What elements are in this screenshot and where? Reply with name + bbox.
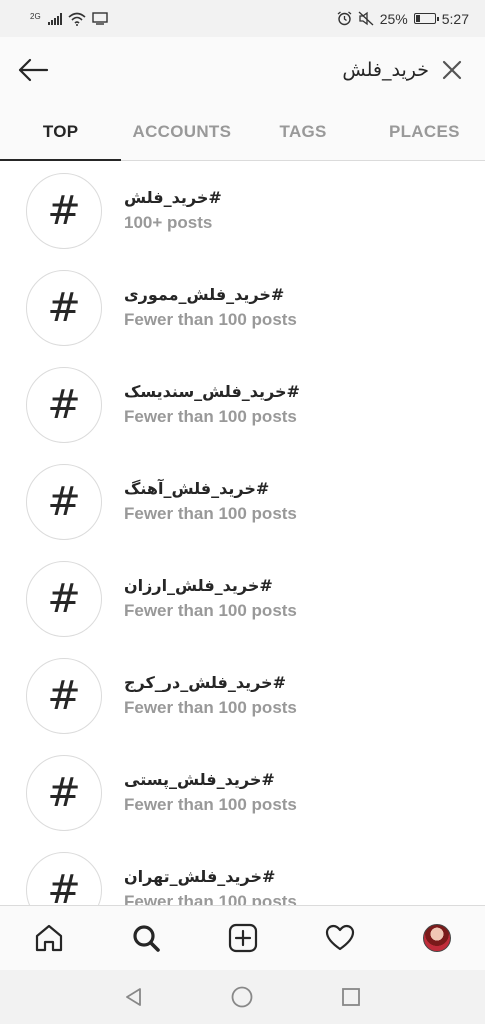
nav-home-button[interactable] [25,914,73,962]
list-item[interactable]: # #خرید_فلش_پستی Fewer than 100 posts [0,744,485,841]
result-text: #خرید_فلش_آهنگ Fewer than 100 posts [124,479,297,524]
network-type: 2G [30,11,41,21]
result-text: #خرید_فلش_سندیسک Fewer than 100 posts [124,382,300,427]
result-text: #خرید_فلش_مموری Fewer than 100 posts [124,285,297,330]
list-item[interactable]: # #خرید_فلش_سندیسک Fewer than 100 posts [0,356,485,453]
arrow-left-icon [18,58,49,82]
add-post-icon [228,923,257,953]
hashtag-icon: # [26,366,102,443]
nav-profile-button[interactable] [413,914,461,962]
screen-cast-icon [91,12,108,25]
hashtag-name: #خرید_فلش_پستی [124,770,275,789]
list-item[interactable]: # #خرید_فلش 100+ posts [0,162,485,259]
hashtag-icon: # [26,754,102,831]
post-count: 100+ posts [124,213,213,232]
search-header [0,37,485,103]
results-list[interactable]: # #خرید_فلش 100+ posts # #خرید_فلش_مموری… [0,162,485,905]
hashtag-icon: # [26,269,102,346]
back-triangle-icon [126,988,142,1006]
list-item[interactable]: # #خرید_فلش_ارزان Fewer than 100 posts [0,550,485,647]
system-recents-button[interactable] [331,977,371,1017]
list-item[interactable]: # #خرید_فلش_در_کرج Fewer than 100 posts [0,647,485,744]
hashtag-icon: # [26,657,102,734]
system-back-button[interactable] [114,977,154,1017]
list-item[interactable]: # #خرید_فلش_آهنگ Fewer than 100 posts [0,453,485,550]
recents-square-icon [341,988,360,1006]
home-icon [35,924,62,952]
heart-icon [325,924,354,951]
result-text: #خرید_فلش_پستی Fewer than 100 posts [124,770,297,815]
hashtag-icon: # [26,851,102,905]
alarm-icon [337,11,352,26]
list-item[interactable]: # #خرید_فلش_تهران Fewer than 100 posts [0,841,485,905]
post-count: Fewer than 100 posts [124,310,297,329]
post-count: Fewer than 100 posts [124,698,297,717]
hashtag-name: #خرید_فلش_سندیسک [124,382,300,401]
post-count: Fewer than 100 posts [124,504,297,523]
hashtag-name: #خرید_فلش_ارزان [124,576,273,595]
wifi-icon [68,12,86,26]
status-bar: 2G 25% 5:27 [0,0,485,37]
post-count: Fewer than 100 posts [124,407,297,426]
nav-search-button[interactable] [122,914,170,962]
post-count: Fewer than 100 posts [124,601,297,620]
hashtag-name: #خرید_فلش_تهران [124,867,276,886]
hashtag-name: #خرید_فلش [124,188,222,207]
tab-accounts[interactable]: ACCOUNTS [121,103,242,160]
system-nav-bar [0,970,485,1024]
tab-top[interactable]: TOP [0,103,122,161]
post-count: Fewer than 100 posts [124,795,297,814]
nav-add-button[interactable] [219,914,267,962]
result-text: #خرید_فلش 100+ posts [124,188,222,233]
result-text: #خرید_فلش_در_کرج Fewer than 100 posts [124,673,297,718]
mute-icon [358,11,374,26]
status-right: 25% 5:27 [337,11,469,27]
search-icon [132,925,160,952]
home-circle-icon [232,986,253,1008]
hashtag-name: #خرید_فلش_مموری [124,285,285,304]
post-count: Fewer than 100 posts [124,892,297,905]
battery-percent: 25% [379,10,408,27]
hashtag-icon: # [26,463,102,540]
search-input[interactable] [209,59,429,81]
tab-tags[interactable]: TAGS [243,103,364,160]
hashtag-icon: # [26,172,102,249]
status-left: 2G [30,12,108,26]
back-button[interactable] [16,53,50,87]
result-text: #خرید_فلش_تهران Fewer than 100 posts [124,867,297,905]
search-area [50,57,469,83]
battery-icon [413,13,439,24]
hashtag-icon: # [26,560,102,637]
profile-avatar [422,924,451,952]
close-icon [442,60,462,80]
clear-search-button[interactable] [439,57,465,83]
result-text: #خرید_فلش_ارزان Fewer than 100 posts [124,576,297,621]
clock: 5:27 [441,10,469,27]
search-tabs: TOP ACCOUNTS TAGS PLACES [0,103,485,161]
list-item[interactable]: # #خرید_فلش_مموری Fewer than 100 posts [0,259,485,356]
nav-activity-button[interactable] [316,914,364,962]
signal-icon [47,12,62,25]
hashtag-name: #خرید_فلش_در_کرج [124,673,286,692]
bottom-nav [0,905,485,970]
hashtag-name: #خرید_فلش_آهنگ [124,479,270,498]
tab-places[interactable]: PLACES [364,103,485,160]
system-home-button[interactable] [222,977,262,1017]
